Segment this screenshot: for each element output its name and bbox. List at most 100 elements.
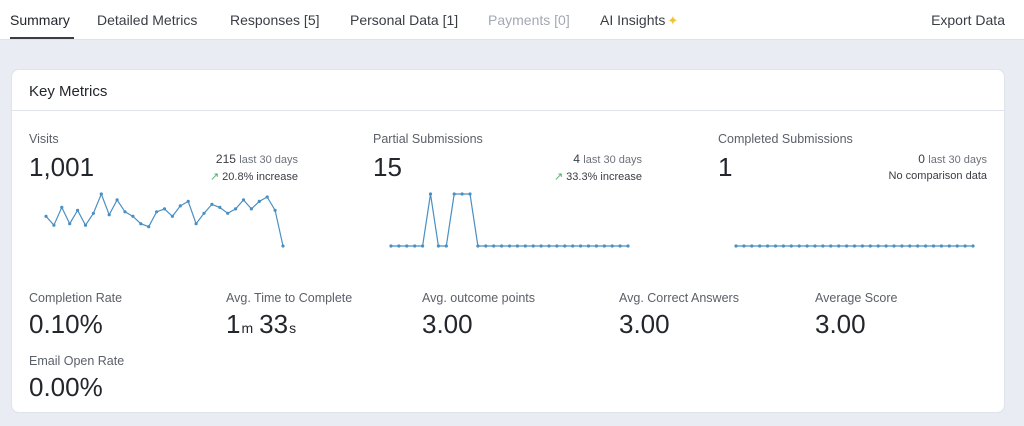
sparkline-point [571, 244, 575, 248]
sparkline-point [884, 244, 888, 248]
partial-change: ↗ 33.3% increase [554, 170, 642, 183]
visits-change-text: 20.8% increase [222, 171, 298, 183]
sparkline-point [76, 208, 80, 212]
tab-payments[interactable]: Payments [0] [488, 12, 570, 28]
sparkline-path [391, 193, 628, 247]
sparkline-point [734, 244, 738, 248]
sparkline-point [742, 244, 746, 248]
sparkline-point [594, 244, 598, 248]
sparkline-point [123, 210, 127, 214]
sparkline-point [837, 244, 841, 248]
sparkline-point [476, 244, 480, 248]
sparkline-point [750, 244, 754, 248]
avg-correct-answers-value: 3.00 [619, 309, 670, 339]
tab-personal-data[interactable]: Personal Data [1] [350, 12, 458, 28]
average-score-value: 3.00 [815, 309, 866, 339]
sparkline-point [484, 244, 488, 248]
card-header: Key Metrics [12, 70, 1004, 111]
sparkline-point [531, 244, 535, 248]
sparkline-point [924, 244, 928, 248]
sparkline-point [900, 244, 904, 248]
sparkline-point [444, 244, 448, 248]
export-data-button[interactable]: Export Data [931, 12, 1005, 28]
sparkline-point [131, 214, 135, 218]
sparkline-point [226, 211, 230, 215]
sparkline-point [273, 208, 277, 212]
sparkline-point [916, 244, 920, 248]
sparkline-point [892, 244, 896, 248]
sparkline-point [265, 195, 269, 199]
sparkline-point [602, 244, 606, 248]
sparkline-point [178, 204, 182, 208]
sparkline-point [234, 207, 238, 211]
sparkline-point [829, 244, 833, 248]
completed-submissions-value: 1 [718, 152, 733, 182]
sparkline-point [281, 244, 285, 248]
sparkle-icon: ✦ [667, 13, 679, 28]
sparkline-point [139, 222, 143, 226]
visits-recent-count: 215 [215, 152, 236, 166]
trending-up-icon: ↗ [209, 171, 220, 183]
tab-detailed-metrics[interactable]: Detailed Metrics [97, 12, 197, 28]
average-score-label: Average Score [815, 291, 898, 305]
sparkline-point [626, 244, 630, 248]
sparkline-point [547, 244, 551, 248]
sparkline-point [797, 244, 801, 248]
sparkline-point [249, 207, 253, 211]
tab-responses[interactable]: Responses [5] [230, 12, 320, 28]
visits-change: ↗ 20.8% increase [210, 170, 298, 183]
partial-submissions-label: Partial Submissions [373, 132, 483, 146]
tab-summary[interactable]: Summary [10, 12, 70, 28]
sparkline-point [813, 244, 817, 248]
avg-outcome-points-value: 3.00 [422, 309, 473, 339]
sparkline-point [758, 244, 762, 248]
completed-recent-label: last 30 days [928, 154, 987, 166]
sparkline-point [147, 225, 151, 229]
sparkline-point [115, 198, 119, 202]
sparkline-point [515, 244, 519, 248]
sparkline-point [789, 244, 793, 248]
active-tab-indicator [10, 37, 74, 39]
trending-up-icon: ↗ [553, 171, 564, 183]
sparkline-point [586, 244, 591, 248]
completed-submissions-sparkline [734, 244, 975, 248]
sparkline-point [852, 244, 857, 248]
tab-ai-insights-label: AI Insights [600, 12, 666, 28]
sparkline-point [170, 214, 174, 218]
tab-ai-insights[interactable]: AI Insights ✦ [600, 12, 678, 29]
sparkline-point [194, 222, 198, 226]
avg-correct-answers-label: Avg. Correct Answers [619, 291, 739, 305]
sparkline-point [389, 244, 393, 248]
sparkline-point [460, 192, 464, 196]
sparkline-point [91, 211, 95, 215]
visits-value: 1,001 [29, 152, 95, 182]
completed-submissions-label: Completed Submissions [718, 132, 853, 146]
sparkline-point [908, 244, 912, 248]
avg-time-seconds: 33 [259, 309, 289, 339]
completion-rate-value: 0.10% [29, 309, 103, 339]
avg-time-minutes-unit: m [241, 320, 254, 336]
sparkline-point [162, 207, 167, 211]
sparkline-point [781, 244, 785, 248]
completed-recent: 0 last 30 days [918, 152, 987, 166]
sparkline-point [971, 244, 975, 248]
sparkline-point [939, 244, 943, 248]
sparkline-point [468, 192, 472, 196]
avg-time-minutes: 1 [226, 309, 241, 339]
sparkline-point [500, 244, 504, 248]
sparkline-point [766, 244, 770, 248]
sparkline-point [845, 244, 849, 248]
sparkline-point [436, 244, 440, 248]
sparkline-point [452, 192, 456, 196]
visits-sparkline [44, 192, 285, 248]
sparkline-point [955, 244, 959, 248]
sparkline-point [555, 244, 559, 248]
sparkline-point [241, 198, 246, 202]
tab-bar: Summary Detailed Metrics Responses [5] P… [0, 0, 1024, 40]
sparkline-point [68, 222, 72, 226]
avg-outcome-points-label: Avg. outcome points [422, 291, 536, 305]
visits-recent-label: last 30 days [239, 154, 298, 166]
avg-time-label: Avg. Time to Complete [226, 291, 353, 305]
sparkline-point [99, 192, 103, 196]
sparkline-point [155, 210, 159, 214]
